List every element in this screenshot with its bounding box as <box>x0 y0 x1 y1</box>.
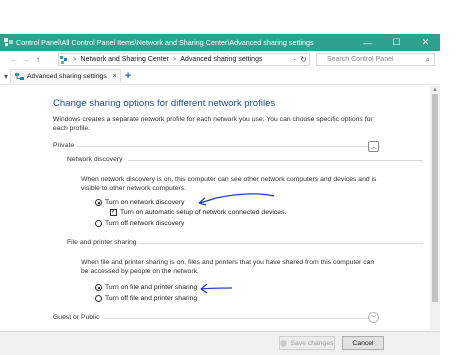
minimize-button[interactable]: — <box>353 34 382 51</box>
forward-button[interactable]: → <box>20 52 32 67</box>
divider <box>137 243 423 244</box>
bottom-bar: Save changes Cancel <box>0 331 440 355</box>
breadcrumb[interactable]: > Network and Sharing Center > Advanced … <box>58 53 310 66</box>
address-bar: ← → ↑ > Network and Sharing Center > Adv… <box>0 51 440 68</box>
breadcrumb-advanced-sharing[interactable]: Advanced sharing settings <box>180 56 262 63</box>
radio-label: Turn off network discovery <box>105 220 185 227</box>
expand-guest-public-button[interactable]: ﹀ <box>368 312 379 323</box>
intro-text: Windows creates a separate network profi… <box>53 116 373 132</box>
checkbox-label: Turn on automatic setup of network conne… <box>120 209 287 216</box>
search-box[interactable]: ⌕ <box>316 53 435 66</box>
turn-on-network-discovery-radio[interactable]: Turn on network discovery <box>95 199 184 206</box>
chevron-up-icon: ︿ <box>370 145 377 151</box>
search-input[interactable] <box>327 56 427 63</box>
back-button[interactable]: ← <box>8 52 20 67</box>
breadcrumb-separator: > <box>172 56 177 63</box>
window-title: Control Panel\All Control Panel Items\Ne… <box>16 38 314 47</box>
radio-label: Turn off file and printer sharing <box>105 295 198 302</box>
title-bar: Control Panel\All Control Panel Items\Ne… <box>0 34 440 51</box>
cancel-label: Cancel <box>352 339 374 347</box>
tab-menu-icon[interactable]: ▾ <box>2 69 10 84</box>
up-button[interactable]: ↑ <box>32 52 44 67</box>
turn-off-file-sharing-radio[interactable]: Turn off file and printer sharing <box>95 295 197 302</box>
collapse-private-button[interactable]: ︿ <box>368 141 379 152</box>
shield-icon <box>280 339 287 347</box>
radio-selected[interactable] <box>95 284 102 291</box>
page-title: Change sharing options for different net… <box>53 98 276 109</box>
save-changes-label: Save changes <box>290 339 334 347</box>
maximize-button[interactable]: ☐ <box>382 34 411 51</box>
annotation-arrow-icon <box>198 193 275 206</box>
search-icon[interactable]: ⌕ <box>426 55 430 65</box>
turn-on-file-sharing-radio[interactable]: Turn on file and printer sharing <box>95 284 197 291</box>
save-changes-button[interactable]: Save changes <box>279 336 335 350</box>
file-printer-sharing-header: File and printer sharing <box>67 239 423 246</box>
breadcrumb-network-sharing[interactable]: Network and Sharing Center <box>81 56 169 63</box>
chevron-down-icon[interactable]: ⌄ <box>292 54 297 65</box>
close-tab-icon[interactable]: × <box>113 73 117 80</box>
divider <box>77 146 368 147</box>
vertical-scrollbar[interactable]: ▲ <box>430 86 440 330</box>
main-content: Change sharing options for different net… <box>0 86 430 330</box>
network-discovery-header: Network discovery <box>67 156 423 163</box>
control-panel-icon <box>4 38 13 47</box>
file-printer-sharing-description: When file and printer sharing is on, fil… <box>81 259 375 275</box>
control-panel-crumb-icon <box>59 52 69 67</box>
breadcrumb-separator: > <box>73 56 77 63</box>
divider <box>103 318 368 319</box>
scrollbar-thumb[interactable] <box>432 94 438 302</box>
checkmark-icon[interactable]: ✓ <box>110 209 117 216</box>
divider <box>128 160 423 161</box>
new-tab-button[interactable]: + <box>125 70 131 82</box>
radio-label: Turn on network discovery <box>105 199 185 206</box>
chevron-down-icon: ﹀ <box>370 316 377 322</box>
private-label: Private <box>53 142 75 149</box>
radio-unselected[interactable] <box>95 220 102 227</box>
guest-public-label: Guest or Public <box>53 314 100 321</box>
turn-off-network-discovery-radio[interactable]: Turn off network discovery <box>95 220 184 227</box>
close-button[interactable]: ✕ <box>411 34 440 51</box>
network-icon <box>15 72 24 81</box>
cancel-button[interactable]: Cancel <box>342 336 384 350</box>
radio-unselected[interactable] <box>95 295 102 302</box>
file-printer-sharing-label: File and printer sharing <box>67 239 137 246</box>
tab-advanced-sharing[interactable]: Advanced sharing settings × <box>10 69 121 83</box>
refresh-icon[interactable]: ↻ <box>300 54 307 65</box>
radio-label: Turn on file and printer sharing <box>105 284 198 291</box>
radio-selected[interactable] <box>95 199 102 206</box>
scroll-up-icon[interactable]: ▲ <box>432 87 438 93</box>
network-discovery-label: Network discovery <box>67 156 123 163</box>
auto-setup-checkbox[interactable]: ✓ Turn on automatic setup of network con… <box>110 209 286 216</box>
annotation-arrow-icon <box>200 283 233 294</box>
tab-label: Advanced sharing settings <box>27 73 107 80</box>
tab-row: ▾ Advanced sharing settings × + <box>0 68 440 85</box>
